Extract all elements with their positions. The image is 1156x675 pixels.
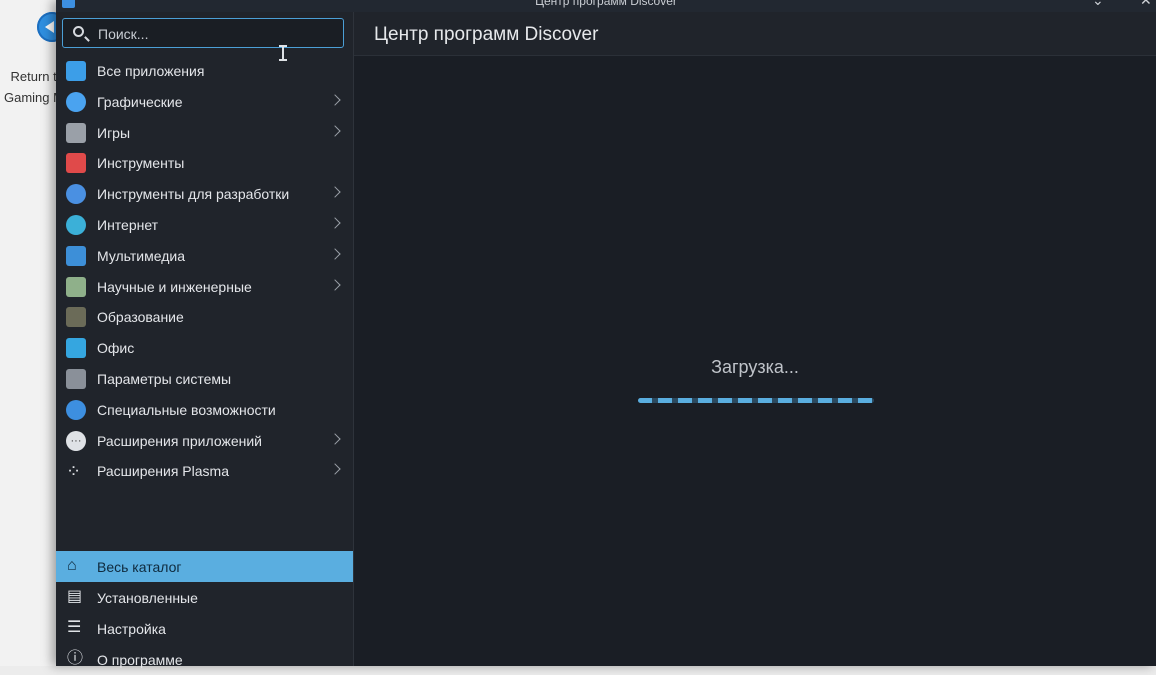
installed-icon: ▤	[67, 588, 83, 605]
window-title: Центр программ Discover	[535, 0, 677, 8]
home-icon: ⌂	[67, 557, 77, 574]
system-settings-icon	[66, 368, 86, 389]
office-icon	[66, 338, 86, 359]
sidebar-item-science[interactable]: Научные и инженерные	[56, 272, 353, 303]
sidebar-item-graphics[interactable]: Графические	[56, 87, 353, 118]
nav-item-home[interactable]: ⌂ Весь каталог	[56, 551, 353, 582]
nav-item-installed[interactable]: ▤ Установленные	[56, 582, 353, 613]
app-addons-icon: ···	[66, 430, 86, 451]
sidebar-item-label: Графические	[97, 93, 183, 110]
sidebar-item-education[interactable]: Образование	[56, 302, 353, 333]
nav-item-label: О программе	[97, 652, 183, 668]
multimedia-icon	[66, 245, 86, 266]
sidebar-item-office[interactable]: Офис	[56, 333, 353, 364]
sidebar-item-label: Инструменты для разработки	[97, 186, 290, 203]
sidebar-item-label: Инструменты	[97, 155, 185, 172]
sidebar-item-label: Расширения приложений	[97, 432, 262, 449]
chevron-right-icon	[329, 124, 341, 137]
sidebar-item-apps-grid[interactable]: Все приложения	[56, 56, 353, 87]
education-icon	[66, 307, 86, 328]
maximize-icon[interactable]: ⌃	[1116, 0, 1128, 8]
chevron-right-icon	[329, 463, 341, 476]
sidebar-item-multimedia[interactable]: Мультимедиа	[56, 241, 353, 272]
page-title: Центр программ Discover	[374, 24, 599, 45]
titlebar[interactable]: Центр программ Discover ⌄ ⌃ ✕	[56, 0, 1156, 12]
science-icon	[66, 276, 86, 297]
chevron-right-icon	[329, 432, 341, 445]
sidebar-item-label: Образование	[97, 309, 184, 326]
sidebar-item-label: Все приложения	[97, 63, 205, 79]
main-content: Центр программ Discover Загрузка...	[354, 12, 1156, 666]
globe-icon	[66, 214, 86, 235]
sidebar-item-label: Специальные возможности	[97, 401, 276, 418]
search-box[interactable]	[62, 18, 344, 48]
sidebar-item-accessibility[interactable]: Специальные возможности	[56, 395, 353, 426]
sidebar-item-label: Расширения Plasma	[97, 463, 229, 480]
minimize-icon[interactable]: ⌄	[1092, 0, 1104, 8]
nav-item-label: Весь каталог	[97, 559, 182, 575]
nav-item-info[interactable]: ⓘ О программе	[56, 644, 353, 675]
loading-text: Загрузка...	[711, 357, 799, 377]
loading-progress-bar	[638, 398, 874, 403]
close-icon[interactable]: ✕	[1140, 0, 1152, 8]
accessibility-icon	[66, 399, 86, 420]
chevron-right-icon	[329, 94, 341, 106]
graphics-icon	[66, 91, 86, 112]
search-input[interactable]	[96, 22, 340, 46]
bottom-navigation: ⌂ Весь каталог ▤ Установленные ☰ Настройка ⓘ О …	[56, 551, 353, 675]
sidebar-item-label: Интернет	[97, 216, 159, 233]
sidebar-item-label: Научные и инженерные	[97, 278, 252, 295]
main-header: Центр программ Discover	[354, 12, 1156, 56]
apps-grid-icon	[66, 61, 86, 81]
desktop-icon-label-line1: Return to	[10, 69, 64, 84]
sidebar-item-label: Параметры системы	[97, 370, 232, 387]
chevron-right-icon	[329, 278, 341, 291]
nav-item-label: Настройка	[97, 621, 166, 637]
dev-tools-icon	[66, 184, 86, 205]
desktop-icon-label[interactable]: Return to Gaming Mode	[4, 66, 64, 108]
chevron-right-icon	[329, 217, 341, 229]
category-list: Все приложения Графические Игры Инструменты…	[56, 56, 353, 487]
sidebar: Все приложения Графические Игры Инструменты…	[56, 12, 354, 668]
sidebar-item-system-settings[interactable]: Параметры системы	[56, 364, 353, 395]
plasma-addons-icon: ⁘	[66, 461, 82, 482]
sidebar-item-label: Мультимедиа	[97, 247, 185, 264]
nav-item-settings-sliders[interactable]: ☰ Настройка	[56, 613, 353, 644]
gamepad-icon	[66, 122, 86, 143]
chevron-right-icon	[329, 186, 341, 198]
sidebar-item-plasma-addons[interactable]: ⁘ Расширения Plasma	[56, 456, 353, 487]
nav-item-label: Установленные	[97, 590, 198, 606]
sidebar-item-toolbox[interactable]: Инструменты	[56, 148, 353, 179]
chevron-right-icon	[329, 248, 341, 260]
toolbox-icon	[66, 153, 86, 174]
search-icon	[73, 26, 84, 37]
sidebar-item-gamepad[interactable]: Игры	[56, 118, 353, 149]
sidebar-item-label: Игры	[97, 124, 131, 141]
sidebar-item-label: Офис	[97, 340, 135, 357]
sidebar-item-app-addons[interactable]: ··· Расширения приложений	[56, 426, 353, 457]
sidebar-item-dev-tools[interactable]: Инструменты для разработки	[56, 179, 353, 210]
sidebar-item-globe[interactable]: Интернет	[56, 210, 353, 241]
settings-sliders-icon: ☰	[67, 619, 82, 636]
desktop-icon-label-line2: Gaming Mode	[4, 90, 64, 105]
info-icon: ⓘ	[67, 650, 84, 667]
discover-window: Центр программ Discover ⌄ ⌃ ✕ Все прилож…	[56, 0, 1156, 668]
